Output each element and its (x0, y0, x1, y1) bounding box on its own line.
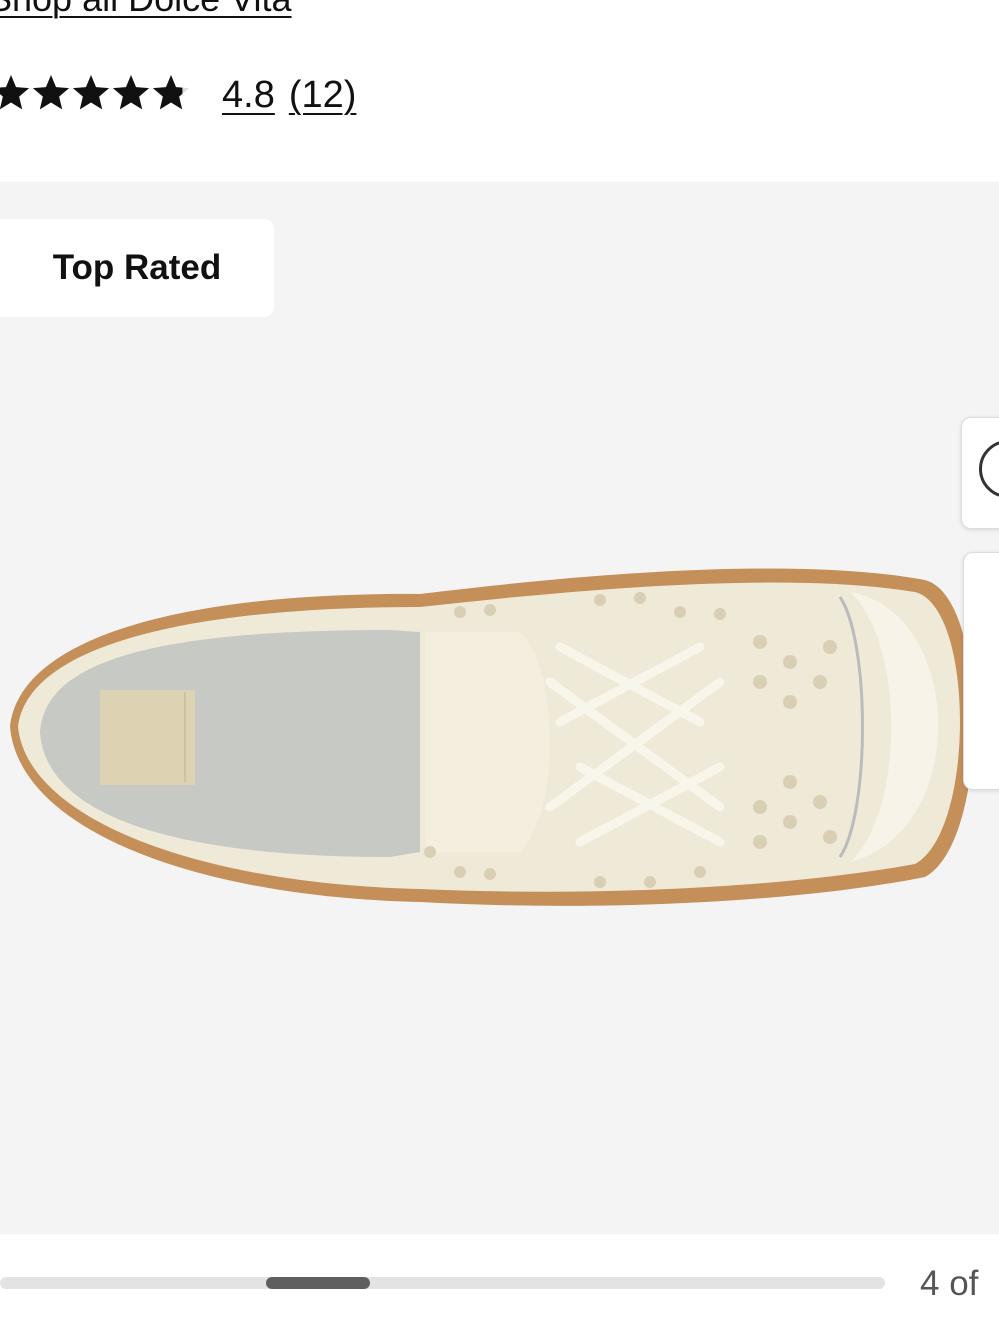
reviews-link[interactable]: 4.8 (12) (222, 74, 370, 117)
product-image[interactable] (0, 552, 999, 942)
rating-row: 4.8 (12) (0, 70, 999, 122)
top-rated-badge: Top Rated (0, 219, 274, 317)
zoom-button[interactable] (961, 417, 999, 529)
side-panel-button[interactable] (963, 552, 999, 790)
zoom-icon (979, 440, 999, 498)
product-gallery[interactable]: Top Rated (0, 182, 999, 1234)
star-icon (112, 75, 150, 110)
star-icon (72, 75, 110, 110)
rating-stars (0, 75, 190, 110)
star-icon (32, 75, 70, 110)
review-count: (12) (288, 74, 357, 116)
gallery-scroll-thumb[interactable] (266, 1277, 370, 1289)
product-page: Shop all Dolce Vita 4.8 (12) Top Rated (0, 0, 999, 1333)
slide-counter: 4 of (920, 1264, 979, 1303)
gallery-scrollbar[interactable] (0, 1277, 885, 1289)
star-icon (0, 75, 30, 110)
rating-value: 4.8 (222, 74, 275, 116)
shop-brand-link[interactable]: Shop all Dolce Vita (0, 0, 292, 20)
